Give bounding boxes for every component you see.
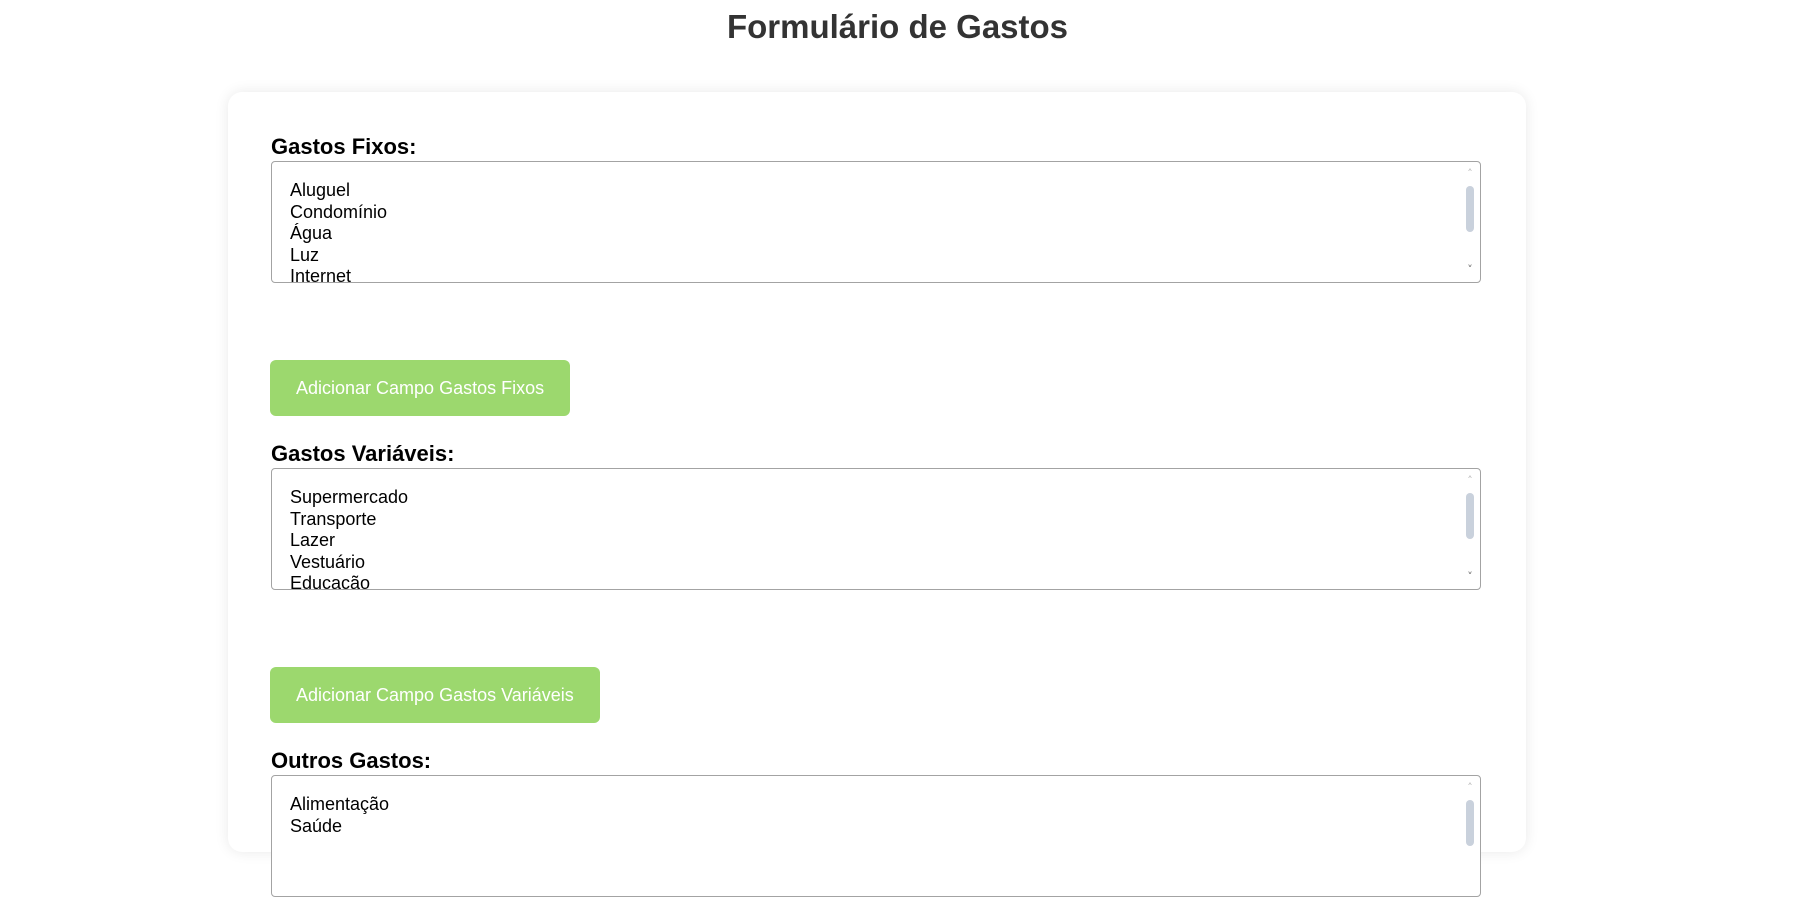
- scroll-thumb[interactable]: [1466, 800, 1474, 846]
- chevron-down-icon[interactable]: ˅: [1463, 264, 1477, 276]
- chevron-down-icon[interactable]: ˅: [1463, 571, 1477, 583]
- listbox-scrollbar[interactable]: ˄ ˅: [1463, 166, 1477, 278]
- listbox-option[interactable]: Vestuário: [290, 552, 408, 574]
- outros-gastos-label: Outros Gastos:: [271, 748, 432, 773]
- outros-gastos-listbox[interactable]: Alimentação Saúde ˄: [271, 775, 1481, 897]
- page-title: Formulário de Gastos: [726, 8, 1069, 45]
- outros-gastos-options: Alimentação Saúde: [290, 794, 389, 837]
- gastos-fixos-listbox[interactable]: Aluguel Condomínio Água Luz Internet ˄ ˅: [271, 161, 1481, 283]
- gastos-variaveis-listbox[interactable]: Supermercado Transporte Lazer Vestuário …: [271, 468, 1481, 590]
- listbox-option[interactable]: Condomínio: [290, 202, 387, 224]
- listbox-option[interactable]: Alimentação: [290, 794, 389, 816]
- chevron-up-icon[interactable]: ˄: [1463, 475, 1477, 487]
- add-gastos-variaveis-button[interactable]: Adicionar Campo Gastos Variáveis: [270, 667, 600, 723]
- add-gastos-fixos-button[interactable]: Adicionar Campo Gastos Fixos: [270, 360, 571, 416]
- listbox-option[interactable]: Lazer: [290, 530, 408, 552]
- scroll-thumb[interactable]: [1466, 493, 1474, 539]
- listbox-option[interactable]: Água: [290, 223, 387, 245]
- listbox-scrollbar[interactable]: ˄: [1463, 780, 1477, 892]
- chevron-up-icon[interactable]: ˄: [1463, 782, 1477, 794]
- chevron-up-icon[interactable]: ˄: [1463, 168, 1477, 180]
- gastos-variaveis-label: Gastos Variáveis:: [271, 441, 455, 466]
- gastos-fixos-label: Gastos Fixos:: [271, 134, 417, 159]
- scroll-thumb[interactable]: [1466, 186, 1474, 232]
- listbox-option[interactable]: Educação: [290, 573, 408, 589]
- gastos-fixos-options: Aluguel Condomínio Água Luz Internet: [290, 180, 387, 282]
- listbox-option[interactable]: Aluguel: [290, 180, 387, 202]
- listbox-option[interactable]: Luz: [290, 245, 387, 267]
- listbox-option[interactable]: Saúde: [290, 816, 389, 838]
- gastos-variaveis-options: Supermercado Transporte Lazer Vestuário …: [290, 487, 408, 589]
- listbox-option[interactable]: Supermercado: [290, 487, 408, 509]
- listbox-scrollbar[interactable]: ˄ ˅: [1463, 473, 1477, 585]
- listbox-option[interactable]: Transporte: [290, 509, 408, 531]
- listbox-option[interactable]: Internet: [290, 266, 387, 282]
